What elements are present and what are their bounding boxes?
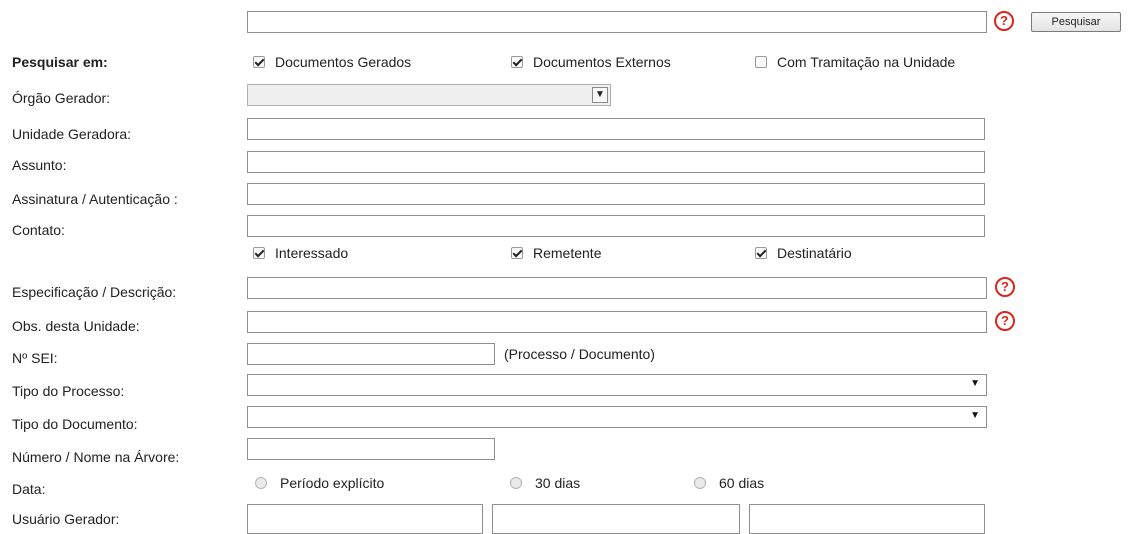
search-button[interactable]: Pesquisar (1031, 12, 1121, 32)
checkbox-label: Documentos Gerados (275, 54, 412, 70)
assinatura-input[interactable] (247, 183, 985, 205)
obs-label: Obs. desta Unidade: (12, 318, 140, 334)
radio-circle[interactable] (255, 477, 267, 489)
tipo-processo-label: Tipo do Processo: (12, 383, 125, 399)
especificacao-label: Especificação / Descrição: (12, 284, 177, 300)
radio-label: Período explícito (280, 475, 385, 491)
checkbox-documentos-gerados[interactable]: Documentos Gerados (253, 54, 411, 70)
usuario-gerador-label: Usuário Gerador: (12, 511, 120, 527)
search-input[interactable] (247, 11, 987, 33)
numero-nome-label: Número / Nome na Árvore: (12, 449, 180, 465)
n-sei-hint: (Processo / Documento) (504, 346, 655, 362)
numero-nome-input[interactable] (247, 438, 495, 460)
checkbox-label: Com Tramitação na Unidade (777, 54, 956, 70)
search-scope-label: Pesquisar em: (12, 54, 108, 70)
question-circle-icon[interactable]: ? (995, 277, 1015, 297)
orgao-gerador-select[interactable]: ▼ (247, 84, 611, 106)
assinatura-label: Assinatura / Autenticação : (12, 191, 178, 207)
radio-30-dias[interactable]: 30 dias (510, 475, 580, 491)
radio-circle[interactable] (510, 477, 522, 489)
checkbox-label: Interessado (275, 245, 349, 261)
checkbox-box[interactable] (755, 56, 767, 68)
checkbox-destinatario[interactable]: Destinatário (755, 245, 852, 261)
tipo-processo-select[interactable]: ▼ (247, 374, 987, 396)
assunto-label: Assunto: (12, 157, 67, 173)
obs-input[interactable] (247, 311, 987, 333)
checkbox-box[interactable] (511, 247, 523, 259)
caret-down-icon[interactable]: ▼ (970, 378, 980, 389)
checkbox-box[interactable] (253, 247, 265, 259)
question-circle-icon[interactable]: ? (995, 311, 1015, 331)
usuario-gerador-input-3[interactable] (749, 504, 985, 534)
question-circle-icon[interactable]: ? (994, 11, 1014, 31)
n-sei-input[interactable] (247, 343, 495, 365)
checkbox-box[interactable] (253, 56, 265, 68)
checkbox-label: Destinatário (777, 245, 852, 261)
radio-label: 30 dias (535, 475, 581, 491)
unidade-geradora-input[interactable] (247, 118, 985, 140)
n-sei-label: Nº SEI: (12, 350, 58, 366)
checkbox-interessado[interactable]: Interessado (253, 245, 348, 261)
radio-60-dias[interactable]: 60 dias (694, 475, 764, 491)
checkbox-documentos-externos[interactable]: Documentos Externos (511, 54, 671, 70)
radio-periodo-explicito[interactable]: Período explícito (255, 475, 384, 491)
data-label: Data: (12, 481, 46, 497)
tipo-documento-label: Tipo do Documento: (12, 416, 138, 432)
especificacao-input[interactable] (247, 277, 987, 299)
checkbox-box[interactable] (511, 56, 523, 68)
chevron-down-icon[interactable]: ▼ (592, 87, 608, 103)
radio-label: 60 dias (719, 475, 765, 491)
caret-down-icon[interactable]: ▼ (970, 410, 980, 421)
checkbox-com-tramitacao[interactable]: Com Tramitação na Unidade (755, 54, 955, 70)
checkbox-label: Remetente (533, 245, 602, 261)
usuario-gerador-input-1[interactable] (247, 504, 483, 534)
contato-input[interactable] (247, 215, 985, 237)
radio-circle[interactable] (694, 477, 706, 489)
contato-label: Contato: (12, 222, 65, 238)
assunto-input[interactable] (247, 151, 985, 173)
checkbox-remetente[interactable]: Remetente (511, 245, 601, 261)
checkbox-label: Documentos Externos (533, 54, 671, 70)
tipo-documento-select[interactable]: ▼ (247, 406, 987, 428)
checkbox-box[interactable] (755, 247, 767, 259)
unidade-geradora-label: Unidade Geradora: (12, 126, 132, 142)
orgao-gerador-label: Órgão Gerador: (12, 90, 111, 106)
usuario-gerador-input-2[interactable] (492, 504, 740, 534)
